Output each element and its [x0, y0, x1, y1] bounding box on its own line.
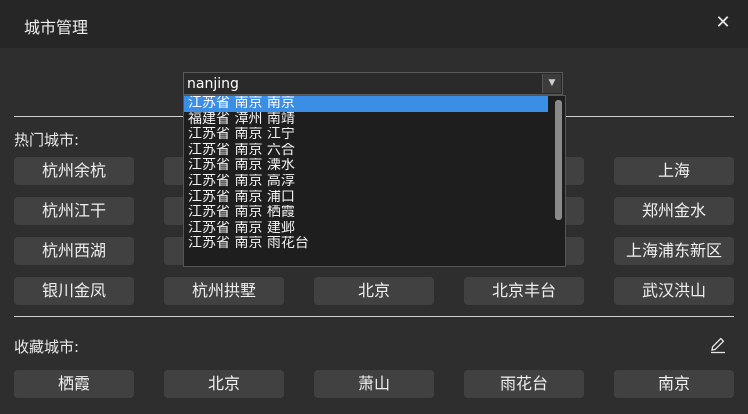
- suggestion-item[interactable]: 江苏省 南京 雨花台: [184, 236, 548, 252]
- hot-city-button[interactable]: 武汉洪山: [614, 277, 734, 305]
- city-search-input[interactable]: [187, 73, 537, 94]
- hot-city-button[interactable]: 上海浦东新区: [614, 237, 734, 265]
- scrollbar-thumb[interactable]: [555, 100, 562, 220]
- title-bar: 城市管理 ✕: [0, 0, 748, 48]
- city-search-combobox[interactable]: ▼: [183, 72, 563, 95]
- close-icon[interactable]: ✕: [712, 12, 734, 34]
- suggestion-item[interactable]: 福建省 漳州 南靖: [184, 112, 548, 128]
- suggestion-item[interactable]: 江苏省 南京 栖霞: [184, 205, 548, 221]
- hot-city-button[interactable]: 银川金凤: [14, 277, 134, 305]
- suggestion-item[interactable]: 江苏省 南京 六合: [184, 143, 548, 159]
- suggestion-scrollbar[interactable]: [554, 100, 563, 262]
- suggestion-item[interactable]: 江苏省 南京 江宁: [184, 127, 548, 143]
- hot-city-button[interactable]: 杭州拱墅: [164, 277, 284, 305]
- suggestion-item[interactable]: 江苏省 南京 溧水: [184, 158, 548, 174]
- divider: [14, 316, 734, 317]
- suggestion-item[interactable]: 江苏省 南京 高淳: [184, 174, 548, 190]
- city-manager-window: 城市管理 ✕ ▼ 江苏省 南京 南京 福建省 漳州 南靖 江苏省 南京 江宁 江…: [0, 0, 748, 414]
- suggestion-item[interactable]: 江苏省 南京 浦口: [184, 190, 548, 206]
- hot-cities-label: 热门城市:: [14, 131, 80, 149]
- hot-city-button[interactable]: 杭州江干: [14, 197, 134, 225]
- hot-city-button[interactable]: 杭州余杭: [14, 157, 134, 185]
- favorite-cities-label: 收藏城市:: [14, 338, 80, 356]
- hot-city-button[interactable]: 郑州金水: [614, 197, 734, 225]
- favorite-city-button[interactable]: 北京: [164, 370, 284, 398]
- suggestion-item[interactable]: 江苏省 南京 南京: [184, 96, 548, 112]
- chevron-down-icon[interactable]: ▼: [542, 74, 561, 93]
- hot-city-button[interactable]: 北京丰台: [464, 277, 584, 305]
- suggestion-item[interactable]: 江苏省 南京 建邺: [184, 221, 548, 237]
- pencil-icon[interactable]: [708, 335, 728, 355]
- hot-city-button[interactable]: 北京: [314, 277, 434, 305]
- hot-city-button[interactable]: 上海: [614, 157, 734, 185]
- window-title: 城市管理: [24, 18, 89, 37]
- favorite-city-button[interactable]: 南京: [614, 370, 734, 398]
- favorite-city-button[interactable]: 栖霞: [14, 370, 134, 398]
- hot-city-button[interactable]: 杭州西湖: [14, 237, 134, 265]
- favorite-city-button[interactable]: 雨花台: [464, 370, 584, 398]
- favorite-city-button[interactable]: 萧山: [314, 370, 434, 398]
- city-suggestion-list[interactable]: 江苏省 南京 南京 福建省 漳州 南靖 江苏省 南京 江宁 江苏省 南京 六合 …: [183, 95, 566, 267]
